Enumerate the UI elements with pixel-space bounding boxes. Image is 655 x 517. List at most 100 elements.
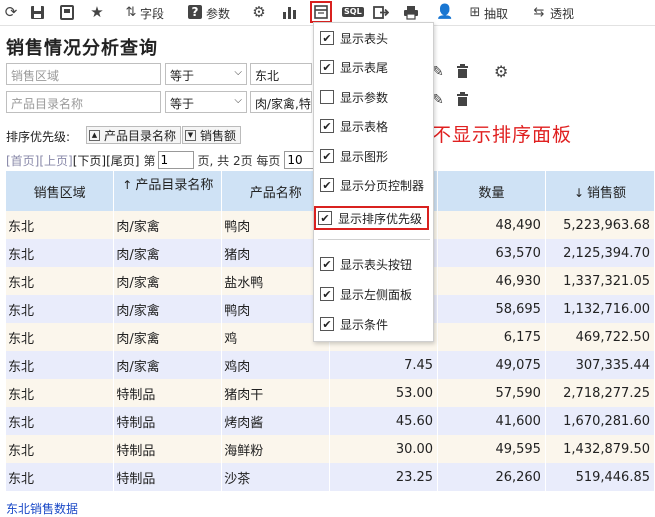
table-cell: 1,132,716.00 [545,295,655,323]
sort-chip-category[interactable]: ▲ 产品目录名称 [86,126,182,144]
table-cell: 45.60 [329,407,439,435]
prev-page-link[interactable]: [上页] [39,152,72,169]
filter1-field-input[interactable]: 销售区域 [6,63,161,85]
menu-item-label: 显示排序优先级 [338,211,423,226]
table-cell: 48,490 [437,211,546,239]
table-cell: 东北 [6,323,115,351]
filter2-operator-select[interactable]: 等于 ⌵ [165,91,247,113]
table-cell: 东北 [6,211,115,239]
footer-link[interactable]: 东北销售数据 [6,500,78,517]
table-cell: 26,260 [437,463,546,491]
checkbox-checked-icon[interactable]: ✔ [320,287,334,301]
menu-item[interactable]: ✔ 显示分页控制器 [318,174,428,196]
pivot-button[interactable]: 透视 [550,5,574,22]
menu-item[interactable]: ✔ 显示表头按钮 [318,253,428,275]
first-page-link[interactable]: [首页] [6,152,39,169]
checkbox-checked-icon[interactable]: ✔ [320,31,334,45]
sort-chip-label: 产品目录名称 [104,128,177,143]
table-row[interactable]: 东北 特制品 海鲜粉 30.00 49,595 1,432,879.50 [6,435,655,463]
last-page-link[interactable]: [尾页] [106,152,139,169]
column-header[interactable]: 数量 [437,171,546,211]
menu-item[interactable]: 显示参数 [318,86,428,108]
delete-icon[interactable] [456,92,469,110]
table-cell: 东北 [6,379,115,407]
table-row[interactable]: 东北 肉/家禽 鸡肉 7.45 49,075 307,335.44 [6,351,655,379]
column-header[interactable]: ↑ 产品目录名称 [113,171,223,211]
checkbox-checked-icon[interactable]: ✔ [320,178,334,192]
filter2-field-input[interactable]: 产品目录名称 [6,91,161,113]
table-cell: 沙茶 [221,463,331,491]
chevron-down-icon: ⌵ [234,95,242,106]
page-number-input[interactable] [157,151,194,169]
filter1-operator-select[interactable]: 等于 ⌵ [165,63,247,85]
param-button[interactable]: 参数 [206,5,230,22]
filter2-value-input[interactable]: 肉/家禽,特 [250,91,312,113]
display-settings-icon[interactable] [310,1,332,23]
param-icon[interactable]: ? [188,5,202,19]
table-cell: 肉/家禽 [113,239,223,267]
save-as-icon[interactable] [58,3,76,21]
table-cell: 41,600 [437,407,546,435]
column-header[interactable]: ↓ 销售额 [545,171,655,211]
checkbox-checked-icon[interactable]: ✔ [320,149,334,163]
user-settings-icon[interactable]: 👤 [436,3,454,21]
checkbox-unchecked-icon[interactable] [320,90,334,104]
menu-item[interactable]: ✔ 显示条件 [318,313,428,335]
column-header[interactable]: 销售区域 [6,171,115,211]
table-cell: 63,570 [437,239,546,267]
table-cell: 东北 [6,239,115,267]
print-icon[interactable] [402,3,420,21]
table-cell: 7.45 [329,351,439,379]
checkbox-checked-icon[interactable]: ✔ [320,257,334,271]
star-icon[interactable]: ★ [88,3,106,21]
table-cell: 肉/家禽 [113,211,223,239]
sort-chip-sales[interactable]: ▼ 销售额 [182,126,242,144]
table-row[interactable]: 东北 特制品 烤肉酱 45.60 41,600 1,670,281.60 [6,407,655,435]
field-button[interactable]: 字段 [140,5,164,22]
next-page-link[interactable]: [下页] [73,152,106,169]
field-icon[interactable]: ⇅ [122,3,140,21]
gear-icon[interactable]: ⚙ [250,3,268,21]
pivot-icon[interactable]: ⇆ [530,3,548,21]
menu-item-label: 显示条件 [340,317,389,332]
menu-item[interactable]: ✔ 显示图形 [318,145,428,167]
table-row[interactable]: 东北 特制品 沙茶 23.25 26,260 519,446.85 [6,463,655,491]
table-row[interactable]: 东北 特制品 猪肉干 53.00 57,590 2,718,277.25 [6,379,655,407]
extract-icon[interactable]: ⊞ [466,3,484,21]
table-cell: 肉/家禽 [113,295,223,323]
table-cell: 东北 [6,407,115,435]
menu-item[interactable]: ✔ 显示左侧面板 [318,283,428,305]
filter1-value-input[interactable]: 东北 [250,63,312,85]
filter2-operator-value: 等于 [170,97,195,111]
checkbox-checked-icon[interactable]: ✔ [320,119,334,133]
menu-item-label: 显示表尾 [340,60,389,75]
table-cell: 特制品 [113,463,223,491]
table-cell: 海鲜粉 [221,435,331,463]
menu-item[interactable]: ✔ 显示排序优先级 [314,206,429,230]
column-header-label: 销售区域 [33,185,86,201]
delete-icon[interactable] [456,64,469,82]
checkbox-checked-icon[interactable]: ✔ [318,211,332,225]
save-icon[interactable] [28,3,46,21]
checkbox-checked-icon[interactable]: ✔ [320,60,334,74]
table-cell: 6,175 [437,323,546,351]
refresh-icon[interactable]: ⟳ [2,3,20,21]
table-cell: 49,595 [437,435,546,463]
display-options-menu: ✔ 显示表头 ✔ 显示表尾 显示参数 ✔ 显示表格 ✔ 显示图形 ✔ 显示分页控制器 ✔ 显示排序优先级… [313,22,434,342]
sort-desc-arrow-icon: ↓ [573,185,584,200]
checkbox-checked-icon[interactable]: ✔ [320,317,334,331]
menu-item[interactable]: ✔ 显示表格 [318,115,428,137]
table-cell: 2,125,394.70 [545,239,655,267]
export-icon[interactable] [372,3,390,21]
chart-icon[interactable] [280,3,298,21]
extract-button[interactable]: 抽取 [484,5,508,22]
menu-item[interactable]: ✔ 显示表尾 [318,56,428,78]
menu-item[interactable]: ✔ 显示表头 [318,27,428,49]
column-header-label: 产品名称 [249,185,302,201]
table-cell: 烤肉酱 [221,407,331,435]
sql-icon[interactable]: SQL [342,7,364,17]
menu-item-label: 显示图形 [340,149,389,164]
table-cell: 鸡肉 [221,351,331,379]
gear-icon[interactable]: ⚙ [494,62,508,81]
table-cell: 东北 [6,435,115,463]
